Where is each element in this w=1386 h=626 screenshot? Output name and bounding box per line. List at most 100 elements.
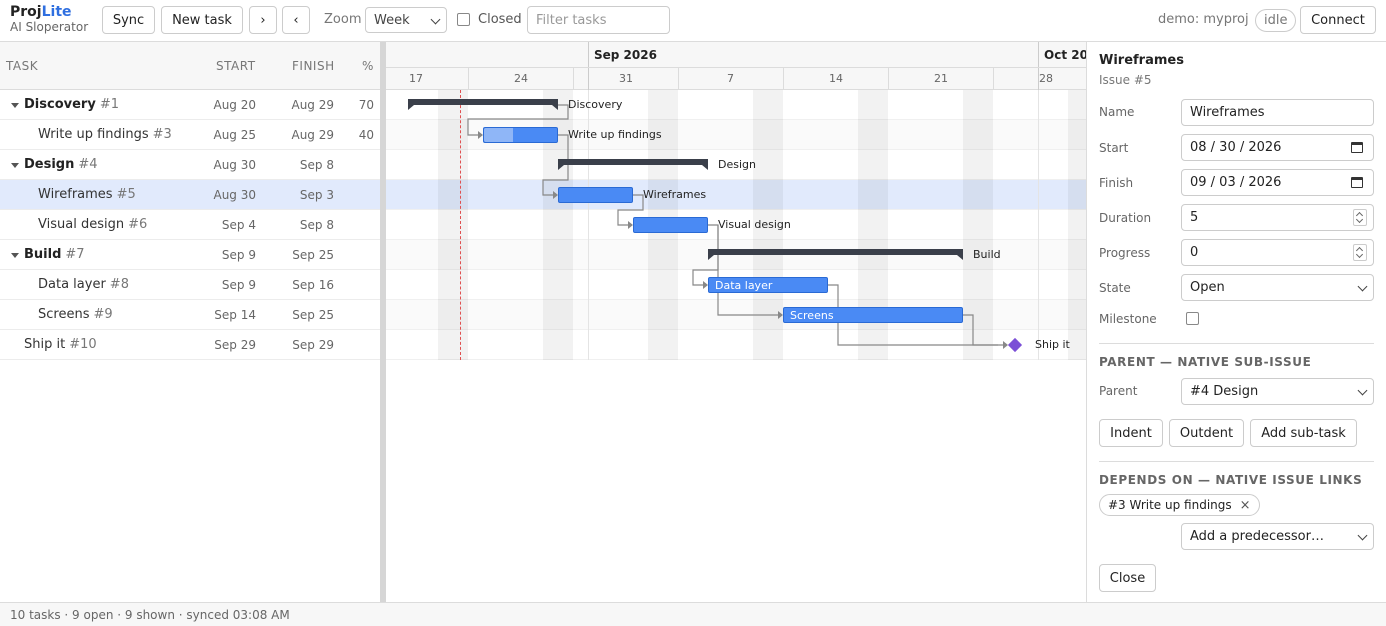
task-row[interactable]: Visual design #6 Sep 4 Sep 8 (0, 210, 380, 240)
parent-label: Parent (1099, 384, 1138, 398)
add-predecessor-select[interactable]: Add a predecessor… (1181, 523, 1374, 550)
closed-checkbox[interactable] (457, 13, 470, 26)
task-name: Ship it #10 (24, 337, 97, 352)
close-icon[interactable]: × (1240, 498, 1251, 513)
app-brand: ProjLite AI Sloperator (10, 5, 88, 35)
duration-value: 5 (1190, 210, 1199, 225)
task-finish: Sep 16 (292, 278, 334, 292)
divider (1099, 343, 1374, 344)
header-start: START (216, 59, 256, 73)
progress-input[interactable]: 0 (1181, 239, 1374, 266)
task-bar-wireframes[interactable] (558, 187, 633, 203)
collapse-icon[interactable] (11, 163, 19, 168)
header-task: TASK (6, 59, 39, 73)
task-row[interactable]: Data layer #8 Sep 9 Sep 16 (0, 270, 380, 300)
milestone-checkbox[interactable] (1186, 312, 1199, 325)
chevron-down-icon (1357, 385, 1368, 396)
task-name: Write up findings #3 (38, 127, 172, 142)
stepper-icon[interactable] (1353, 209, 1367, 226)
finish-date-input[interactable]: 09 / 03 / 2026 (1181, 169, 1374, 196)
parent-section-title: PARENT — NATIVE SUB-ISSUE (1099, 355, 1312, 369)
connect-button[interactable]: Connect (1300, 6, 1376, 34)
filter-input[interactable]: Filter tasks (527, 6, 670, 34)
start-label: Start (1099, 141, 1129, 155)
close-button[interactable]: Close (1099, 564, 1156, 592)
depends-section-title: DEPENDS ON — NATIVE ISSUE LINKS (1099, 473, 1363, 487)
name-label: Name (1099, 105, 1135, 119)
finish-date-value: 09 / 03 / 2026 (1190, 175, 1282, 190)
bar-label: Write up findings (568, 128, 662, 141)
state-label: State (1099, 281, 1131, 295)
task-name: Design #4 (24, 157, 98, 172)
collapse-icon[interactable] (11, 103, 19, 108)
summary-bar-discovery[interactable] (408, 99, 558, 110)
task-row[interactable]: Discovery #1 Aug 20 Aug 29 70 (0, 90, 380, 120)
dependency-label: #3 Write up findings (1108, 498, 1232, 512)
task-row-selected[interactable]: Wireframes #5 Aug 30 Sep 3 (0, 180, 380, 210)
add-predecessor-placeholder: Add a predecessor… (1190, 529, 1324, 544)
bar-label: Ship it (1035, 338, 1070, 351)
calendar-icon[interactable] (1351, 177, 1363, 188)
task-pct: 40 (358, 128, 374, 142)
bar-label: Screens (790, 309, 834, 322)
task-finish: Aug 29 (291, 98, 334, 112)
task-finish: Sep 25 (292, 308, 334, 322)
project-label: demo: myproj (1158, 12, 1249, 27)
parent-select[interactable]: #4 Design (1181, 378, 1374, 405)
calendar-icon[interactable] (1351, 142, 1363, 153)
duration-input[interactable]: 5 (1181, 204, 1374, 231)
toolbar: ProjLite AI Sloperator Sync New task › ‹… (0, 0, 1386, 42)
add-sub-task-button[interactable]: Add sub-task (1250, 419, 1357, 447)
task-finish: Sep 3 (299, 188, 334, 202)
header-pct: % (362, 59, 374, 73)
dependency-chip: #3 Write up findings × (1099, 494, 1260, 516)
task-row[interactable]: Build #7 Sep 9 Sep 25 (0, 240, 380, 270)
indent-button[interactable]: Indent (1099, 419, 1163, 447)
zoom-select[interactable]: Week (365, 7, 447, 33)
task-bar-visual-design[interactable] (633, 217, 708, 233)
sync-button[interactable]: Sync (102, 6, 155, 34)
task-row[interactable]: Ship it #10 Sep 29 Sep 29 (0, 330, 380, 360)
task-start: Aug 30 (213, 188, 256, 202)
panel-title: Wireframes (1099, 53, 1184, 68)
task-start: Sep 29 (214, 338, 256, 352)
progress-value: 0 (1190, 245, 1199, 260)
task-bar-screens[interactable]: Screens (783, 307, 963, 323)
stepper-icon[interactable] (1353, 244, 1367, 261)
chevron-down-icon (430, 14, 441, 25)
task-row[interactable]: Design #4 Aug 30 Sep 8 (0, 150, 380, 180)
app-subtitle: AI Sloperator (10, 20, 89, 34)
outdent-button[interactable]: Outdent (1169, 419, 1244, 447)
task-start: Sep 4 (221, 218, 256, 232)
name-input[interactable]: Wireframes (1181, 99, 1374, 126)
task-row[interactable]: Write up findings #3 Aug 25 Aug 29 40 (0, 120, 380, 150)
summary-bar-design[interactable] (558, 159, 708, 170)
new-task-button[interactable]: New task (161, 6, 243, 34)
task-finish: Sep 25 (292, 248, 334, 262)
task-detail-panel: Wireframes Issue #5 Name Wireframes Star… (1086, 42, 1386, 602)
chevron-down-icon (1357, 281, 1368, 292)
state-select[interactable]: Open (1181, 274, 1374, 301)
task-name: Build #7 (24, 247, 85, 262)
collapse-icon[interactable] (11, 253, 19, 258)
milestone-label: Milestone (1099, 312, 1157, 326)
task-finish: Aug 29 (291, 128, 334, 142)
start-date-input[interactable]: 08 / 30 / 2026 (1181, 134, 1374, 161)
start-date-value: 08 / 30 / 2026 (1190, 140, 1282, 155)
task-bar-write-up-findings[interactable] (483, 127, 558, 143)
task-finish: Sep 8 (299, 218, 334, 232)
task-start: Sep 9 (221, 248, 256, 262)
task-row[interactable]: Screens #9 Sep 14 Sep 25 (0, 300, 380, 330)
status-badge: idle (1255, 9, 1297, 32)
next-button[interactable]: › (249, 6, 277, 34)
prev-button[interactable]: ‹ (282, 6, 310, 34)
closed-label: Closed (478, 12, 522, 27)
bar-label: Design (718, 158, 756, 171)
task-name: Visual design #6 (38, 217, 148, 232)
app-name: ProjLite (10, 4, 72, 20)
task-bar-data-layer[interactable]: Data layer (708, 277, 828, 293)
summary-bar-build[interactable] (708, 249, 963, 260)
duration-label: Duration (1099, 211, 1152, 225)
task-start: Sep 9 (221, 278, 256, 292)
task-finish: Sep 29 (292, 338, 334, 352)
